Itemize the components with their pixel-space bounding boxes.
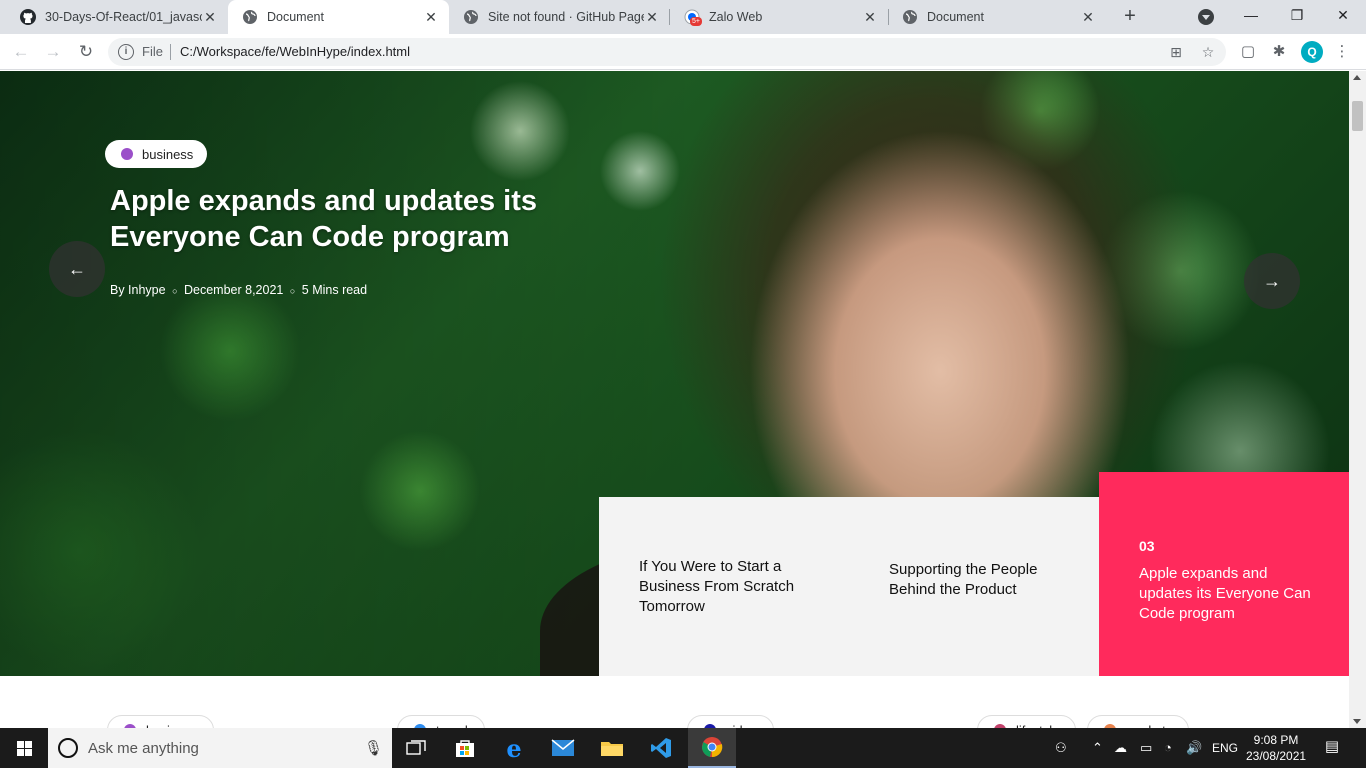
menu-kebab-icon[interactable]: ⋮ [1332,42,1352,62]
search-placeholder: Ask me anything [88,740,199,757]
zalo-icon: 5+ [684,9,702,26]
globe-icon [902,9,918,25]
category-pill-markets[interactable]: markets [1087,715,1190,728]
close-icon[interactable]: ✕ [644,9,660,25]
info-icon[interactable]: i [118,44,134,60]
tab-document[interactable]: Document ✕ [888,0,1106,34]
browser-tab-strip: 30-Days-Of-React/01_javascri ✕ Document … [0,0,1366,34]
file-explorer-icon[interactable] [588,728,636,768]
featured-post-1[interactable]: If You Were to Start a Business From Scr… [639,557,809,617]
category-pill-video[interactable]: video [687,715,775,728]
reload-icon[interactable]: ↻ [74,40,98,64]
close-icon[interactable]: ✕ [862,9,878,25]
page-viewport: business Apple expands and updates its E… [0,71,1349,728]
start-button[interactable] [0,728,48,768]
tab-title: 30-Days-Of-React/01_javascri [45,10,202,24]
battery-icon[interactable]: ▭ [1140,739,1152,757]
tab-zalo[interactable]: 5+ Zalo Web ✕ [670,0,888,34]
windows-taskbar: Ask me anything 🎙 e ⚇ ⌃ ☁ ▭ ◔ 🔊 ENG 9:08… [0,728,1366,768]
extensions-icon[interactable]: ✱ [1269,42,1289,62]
volume-icon[interactable]: 🔊 [1186,739,1202,757]
hero-category-tag[interactable]: business [105,140,208,168]
tab-title: Document [927,10,984,24]
post-date: December 8,2021 [184,283,284,297]
category-pill-travel[interactable]: travel [397,715,485,728]
tab-document-active[interactable]: Document ✕ [228,0,449,34]
hero-title[interactable]: Apple expands and updates its Everyone C… [110,183,590,255]
back-arrow-icon[interactable]: ← [9,40,33,64]
hero-meta: By Inhype ○ December 8,2021 ○ 5 Mins rea… [110,283,367,297]
featured-post-number: 03 [1139,538,1155,554]
clock-time: 9:08 PM [1253,733,1299,747]
featured-post-3[interactable]: Apple expands and updates its Everyone C… [1139,564,1319,624]
clock-date: 23/08/2021 [1246,749,1307,763]
close-icon[interactable]: ✕ [1080,9,1096,25]
onedrive-cloud-icon[interactable]: ☁ [1114,739,1127,757]
tab-github[interactable]: 30-Days-Of-React/01_javascri ✕ [6,0,228,34]
wifi-icon[interactable]: ◔ [1164,739,1172,757]
tab-title: Zalo Web [709,10,763,24]
meta-separator: ○ [289,286,296,296]
mail-icon[interactable] [539,728,587,768]
chevron-up-icon[interactable]: ⌃ [1092,739,1103,757]
globe-icon [242,9,258,25]
tab-title: Site not found · GitHub Pages [488,10,644,24]
prev-slide-arrow-icon[interactable]: ← [49,241,105,297]
vscode-icon[interactable] [637,728,685,768]
action-center-icon[interactable]: ▤ [1322,738,1342,756]
url-text[interactable]: C:/Workspace/fe/WebInHype/index.html [180,44,410,59]
featured-posts-strip: If You Were to Start a Business From Scr… [599,497,1099,676]
chrome-icon[interactable] [688,728,736,768]
microphone-icon[interactable]: 🎙 [364,739,383,757]
scroll-up-arrow-icon[interactable] [1353,75,1361,80]
translate-icon[interactable]: ⊞ [1167,43,1185,61]
extension-puzzle-outline-icon[interactable]: ▢ [1238,42,1258,62]
github-icon [20,9,36,25]
category-pill-business[interactable]: business [107,715,215,728]
category-dot [121,148,133,160]
windows-logo-icon [17,741,32,756]
language-indicator[interactable]: ENG [1212,739,1238,757]
minimize-button[interactable]: — [1228,0,1274,30]
scroll-thumb[interactable] [1352,101,1363,131]
featured-post-active[interactable]: 03 Apple expands and updates its Everyon… [1099,472,1349,676]
forward-arrow-icon[interactable]: → [41,40,65,64]
browser-toolbar: ← → ↻ i File C:/Workspace/fe/WebInHype/i… [0,34,1366,70]
bookmark-star-icon[interactable]: ☆ [1199,43,1217,61]
post-read-time: 5 Mins read [301,283,368,297]
edge-icon[interactable]: e [490,728,538,768]
address-bar[interactable]: i File C:/Workspace/fe/WebInHype/index.h… [108,38,1226,66]
scheme-label: File [142,44,163,59]
close-icon[interactable]: ✕ [423,9,439,25]
featured-post-2[interactable]: Supporting the People Behind the Product [889,560,1069,600]
globe-icon [463,9,479,25]
tab-site-not-found[interactable]: Site not found · GitHub Pages ✕ [449,0,670,34]
page-scrollbar[interactable] [1349,71,1366,728]
close-icon[interactable]: ✕ [202,9,218,25]
address-separator [170,44,171,60]
taskbar-clock[interactable]: 9:08 PM 23/08/2021 [1246,732,1306,764]
category-label: business [142,146,194,162]
profile-avatar[interactable]: Q [1301,41,1323,63]
hero-slider: business Apple expands and updates its E… [0,71,1349,676]
scroll-down-arrow-icon[interactable] [1353,719,1361,724]
tab-title: Document [267,10,324,24]
tab-search-icon[interactable] [1198,9,1214,25]
meta-separator: ○ [172,286,178,296]
people-icon[interactable]: ⚇ [1055,739,1067,757]
post-author: By Inhype [110,283,166,297]
taskbar-search[interactable]: Ask me anything 🎙 [48,728,392,768]
category-pill-lifestyle[interactable]: lifestyle [977,715,1077,728]
new-tab-button[interactable]: + [1118,5,1142,29]
notification-badge: 5+ [690,17,702,26]
close-window-button[interactable]: ✕ [1320,0,1366,30]
task-view-icon[interactable] [392,728,440,768]
maximize-button[interactable]: ❐ [1274,0,1320,30]
next-slide-arrow-icon[interactable]: → [1244,253,1300,309]
cortana-icon [58,738,78,758]
store-icon[interactable] [441,728,489,768]
